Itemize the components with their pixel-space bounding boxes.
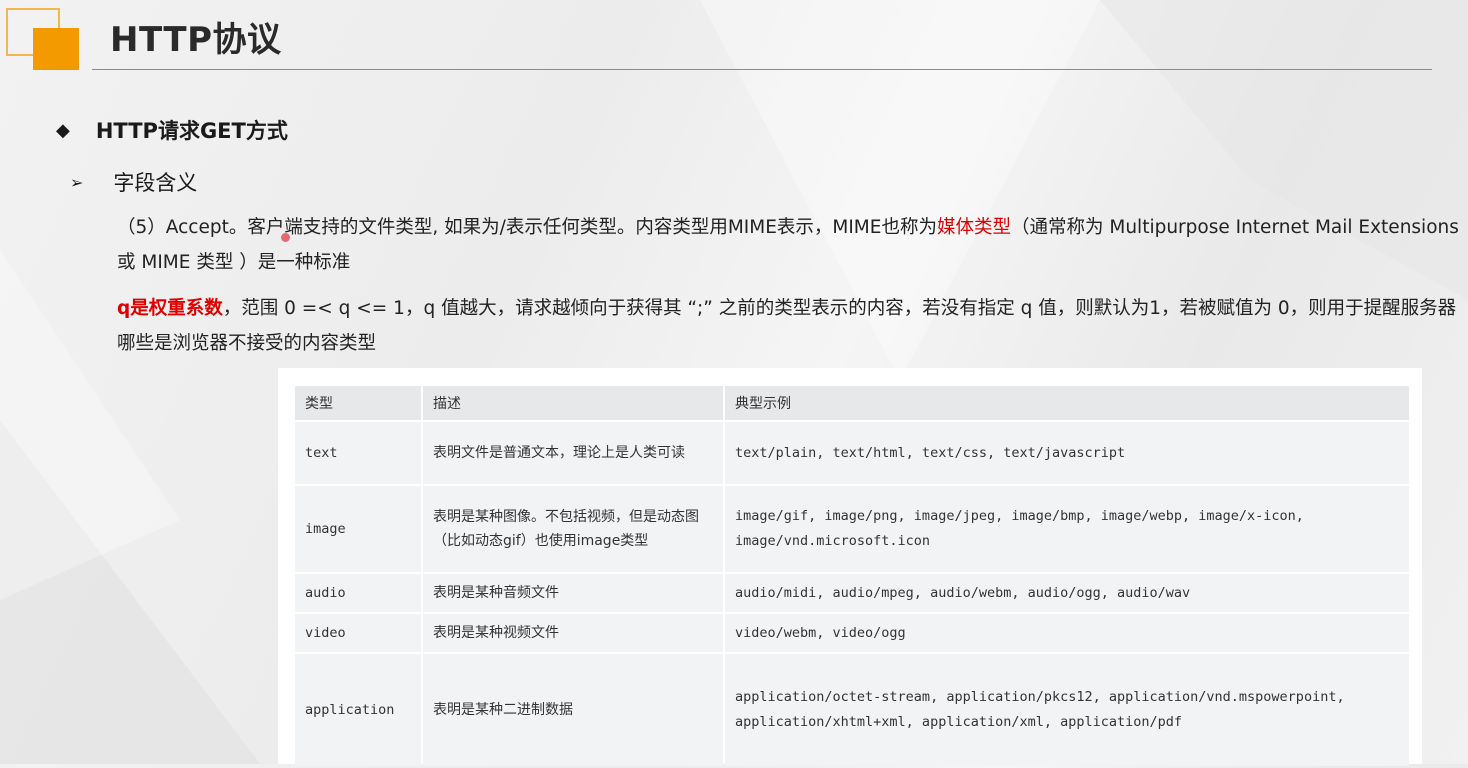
table-row: audio 表明是某种音频文件 audio/midi, audio/mpeg, … (295, 574, 1409, 612)
diamond-bullet-icon: ◆ (56, 119, 70, 141)
cell-examples: video/webm, video/ogg (725, 614, 1409, 652)
accept-paragraph: （5）Accept。客户端支持的文件类型, 如果为/表示任何类型。内容类型用MI… (117, 210, 1462, 280)
media-type-highlight: 媒体类型 (936, 217, 1011, 238)
table-row: image 表明是某种图像。不包括视频，但是动态图（比如动态gif）也使用ima… (295, 486, 1409, 572)
table-row: application 表明是某种二进制数据 application/octet… (295, 654, 1409, 766)
mime-table-panel: 类型 描述 典型示例 text 表明文件是普通文本，理论上是人类可读 text/… (278, 368, 1422, 766)
subsection-heading: ➢ 字段含义 (70, 167, 197, 197)
subsection-heading-text: 字段含义 (113, 171, 198, 195)
arrow-bullet-icon: ➢ (70, 172, 84, 192)
cell-type: application (295, 654, 421, 766)
table-header-row: 类型 描述 典型示例 (295, 386, 1409, 420)
section-heading: ◆ HTTP请求GET方式 (56, 115, 288, 145)
title-divider (92, 69, 1432, 70)
cell-description: 表明是某种二进制数据 (423, 654, 723, 766)
mime-type-table: 类型 描述 典型示例 text 表明文件是普通文本，理论上是人类可读 text/… (293, 384, 1411, 768)
q-weight-paragraph: q是权重系数，范围 0 =< q <= 1，q 值越大，请求越倾向于获得其 “;… (117, 291, 1462, 361)
q-weight-highlight: q是权重系数 (117, 298, 223, 319)
column-header-examples: 典型示例 (725, 386, 1409, 420)
page-title: HTTP协议 (110, 20, 282, 60)
pointer-cursor-dot (281, 233, 290, 242)
cell-type: image (295, 486, 421, 572)
column-header-description: 描述 (423, 386, 723, 420)
cell-description: 表明是某种图像。不包括视频，但是动态图（比如动态gif）也使用image类型 (423, 486, 723, 572)
table-row: text 表明文件是普通文本，理论上是人类可读 text/plain, text… (295, 422, 1409, 484)
accept-text-1: （5）Accept。客户端支持的文件类型, 如果为/表示任何类型。内容类型用MI… (117, 217, 937, 238)
cell-description: 表明是某种音频文件 (423, 574, 723, 612)
cell-examples: application/octet-stream, application/pk… (725, 654, 1409, 766)
table-row: video 表明是某种视频文件 video/webm, video/ogg (295, 614, 1409, 652)
cell-examples: text/plain, text/html, text/css, text/ja… (725, 422, 1409, 484)
cell-type: video (295, 614, 421, 652)
section-heading-text: HTTP请求GET方式 (95, 119, 288, 143)
q-weight-text: ，范围 0 =< q <= 1，q 值越大，请求越倾向于获得其 “;” 之前的类… (117, 298, 1457, 354)
logo-orange-square (33, 28, 79, 70)
cell-examples: audio/midi, audio/mpeg, audio/webm, audi… (725, 574, 1409, 612)
cell-type: audio (295, 574, 421, 612)
cell-type: text (295, 422, 421, 484)
cell-description: 表明是某种视频文件 (423, 614, 723, 652)
column-header-type: 类型 (295, 386, 421, 420)
cell-description: 表明文件是普通文本，理论上是人类可读 (423, 422, 723, 484)
cell-examples: image/gif, image/png, image/jpeg, image/… (725, 486, 1409, 572)
